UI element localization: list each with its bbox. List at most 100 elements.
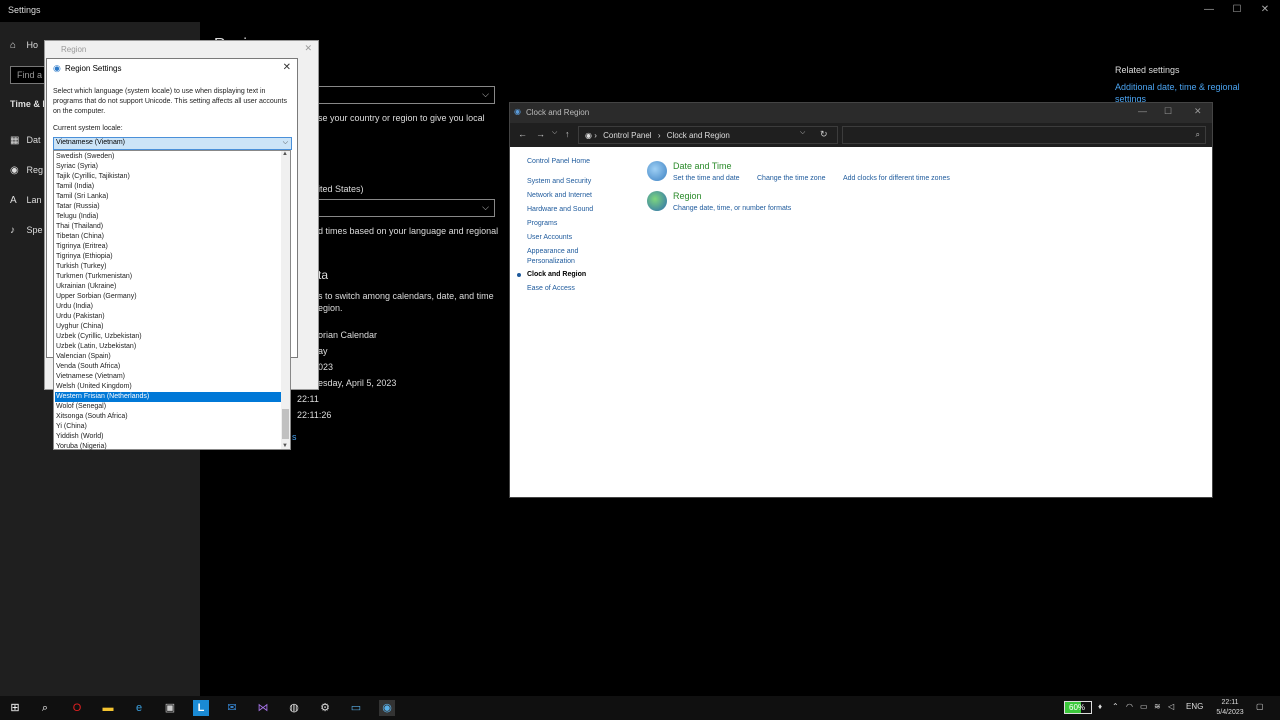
breadcrumb-control-panel[interactable]: Control Panel [603, 131, 651, 140]
locale-option[interactable]: Welsh (United Kingdom) [55, 382, 282, 392]
nav-item-speech[interactable]: ♪ Spe [10, 225, 43, 236]
cp-nav-item[interactable]: User Accounts [527, 233, 572, 242]
locale-option[interactable]: Turkish (Turkey) [55, 262, 282, 272]
forward-arrow-icon[interactable]: → [536, 129, 545, 139]
locale-dropdown-list[interactable]: Swedish (Sweden) Syriac (Syria) Tajik (Cyr… [53, 150, 291, 450]
locale-option[interactable]: Tajik (Cyrillic, Tajikistan) [55, 172, 282, 182]
breadcrumb-clock-region[interactable]: Clock and Region [667, 131, 730, 140]
opera-icon[interactable]: O [69, 700, 85, 716]
store-icon[interactable]: ▣ [162, 700, 178, 716]
cp-nav-item[interactable]: Control Panel Home [527, 157, 590, 166]
l-app-icon[interactable]: L [193, 700, 209, 716]
cp-nav-item[interactable]: Hardware and Sound [527, 205, 593, 214]
power-icon[interactable]: ♦ [1098, 702, 1102, 711]
region-heading[interactable]: Region [673, 191, 702, 201]
visual-studio-icon[interactable]: ⋈ [255, 700, 271, 716]
maximize-button[interactable]: ☐ [1222, 0, 1252, 20]
locale-option[interactable]: Uzbek (Latin, Uzbekistan) [55, 342, 282, 352]
locale-option[interactable]: Tamil (India) [55, 182, 282, 192]
locale-option[interactable]: Uzbek (Cyrillic, Uzbekistan) [55, 332, 282, 342]
cp-nav-item[interactable]: Network and Internet [527, 191, 592, 200]
locale-option[interactable]: Thai (Thailand) [55, 222, 282, 232]
scrollbar-thumb[interactable] [282, 409, 289, 439]
locale-option[interactable]: Xitsonga (South Africa) [55, 412, 282, 422]
control-panel-search-input[interactable]: ⌕ [842, 126, 1206, 144]
locale-option[interactable]: Tibetan (China) [55, 232, 282, 242]
edge-icon[interactable]: e [131, 700, 147, 716]
cp-nav-item[interactable]: Ease of Access [527, 284, 575, 293]
mail-icon[interactable]: ✉ [224, 700, 240, 716]
region-dialog-close-button[interactable]: ✕ [304, 43, 312, 54]
locale-option[interactable]: Ukrainian (Ukraine) [55, 282, 282, 292]
locale-option[interactable]: Tigrinya (Ethiopia) [55, 252, 282, 262]
country-dropdown[interactable]: ⌵ [300, 86, 495, 104]
cp-nav-item[interactable]: System and Security [527, 177, 591, 186]
locale-scrollbar[interactable]: ▲ ▼ [281, 151, 290, 449]
change-formats-link[interactable]: Change date, time, or number formats [673, 205, 791, 212]
regional-format-dropdown[interactable]: ⌵ [300, 199, 495, 217]
locale-option[interactable]: Swedish (Sweden) [55, 152, 282, 162]
close-button[interactable]: ✕ [1250, 0, 1280, 20]
cp-nav-item[interactable]: Personalization [527, 257, 575, 266]
locale-option[interactable]: Urdu (Pakistan) [55, 312, 282, 322]
region-settings-close-button[interactable]: ✕ [283, 62, 291, 73]
add-clocks-link[interactable]: Add clocks for different time zones [843, 175, 950, 182]
back-arrow-icon[interactable]: ← [518, 129, 527, 139]
set-time-date-link[interactable]: Set the time and date [673, 175, 740, 182]
app-icon[interactable]: ◍ [286, 700, 302, 716]
network-icon[interactable]: ◠ [1126, 702, 1133, 711]
locale-option[interactable]: Yi (China) [55, 422, 282, 432]
search-icon[interactable]: ⌕ [37, 700, 53, 716]
close-button[interactable]: ✕ [1194, 106, 1202, 117]
wifi-icon[interactable]: ≋ [1154, 702, 1161, 711]
control-panel-icon[interactable]: ◉ [379, 700, 395, 716]
refresh-icon[interactable]: ↻ [820, 129, 828, 140]
language-indicator[interactable]: ENG [1186, 702, 1203, 711]
notification-icon[interactable]: ▢ [1256, 702, 1264, 711]
minimize-button[interactable]: — [1138, 106, 1147, 116]
battery-indicator[interactable]: 60% [1064, 701, 1092, 714]
taskbar-clock[interactable]: 22:11 5/4/2023 [1205, 698, 1255, 718]
locale-option[interactable]: Turkmen (Turkmenistan) [55, 272, 282, 282]
locale-option[interactable]: Upper Sorbian (Germany) [55, 292, 282, 302]
locale-option[interactable]: Syriac (Syria) [55, 162, 282, 172]
up-arrow-icon[interactable]: ↑ [565, 129, 570, 139]
file-explorer-icon[interactable]: ▬ [100, 700, 116, 716]
cp-nav-item[interactable]: Programs [527, 219, 557, 228]
locale-option[interactable]: Valencian (Spain) [55, 352, 282, 362]
scroll-up-icon[interactable]: ▲ [282, 151, 288, 157]
locale-option[interactable]: Yoruba (Nigeria) [55, 442, 282, 452]
minimize-button[interactable]: — [1194, 0, 1224, 20]
nav-item-date[interactable]: ▦ Dat [10, 135, 41, 146]
start-icon[interactable]: ⊞ [7, 700, 23, 716]
locale-option[interactable]: Wolof (Senegal) [55, 402, 282, 412]
locale-option[interactable]: Vietnamese (Vietnam) [55, 372, 282, 382]
nav-home[interactable]: ⌂ Ho [10, 40, 38, 51]
additional-settings-link[interactable]: Additional date, time & regional [1115, 82, 1240, 92]
nav-item-region[interactable]: ◉ Reg [10, 165, 43, 176]
locale-option[interactable]: Tigrinya (Eritrea) [55, 242, 282, 252]
locale-option[interactable]: Telugu (India) [55, 212, 282, 222]
change-formats-link[interactable]: s [292, 432, 297, 442]
locale-option[interactable]: Urdu (India) [55, 302, 282, 312]
chevron-up-icon[interactable]: ⌃ [1112, 702, 1119, 711]
locale-option[interactable]: Venda (South Africa) [55, 362, 282, 372]
cp-nav-item[interactable]: Appearance and [527, 247, 578, 256]
scroll-down-icon[interactable]: ▼ [282, 443, 288, 449]
system-locale-select[interactable]: Vietnamese (Vietnam) ⌵ [53, 137, 292, 150]
locale-option[interactable]: Tatar (Russia) [55, 202, 282, 212]
change-time-zone-link[interactable]: Change the time zone [757, 175, 826, 182]
locale-option[interactable]: Tamil (Sri Lanka) [55, 192, 282, 202]
volume-icon[interactable]: ◁ [1168, 702, 1174, 711]
locale-option[interactable]: Uyghur (China) [55, 322, 282, 332]
date-time-heading[interactable]: Date and Time [673, 161, 732, 171]
maximize-button[interactable]: ☐ [1164, 106, 1172, 117]
nav-item-language[interactable]: A Lan [10, 195, 42, 206]
window-icon[interactable]: ▭ [348, 700, 364, 716]
chevron-down-icon[interactable]: ⌵ [800, 129, 805, 137]
settings-gear-icon[interactable]: ⚙ [317, 700, 333, 716]
battery-icon[interactable]: ▭ [1140, 702, 1148, 711]
recent-chevron-icon[interactable]: ⌵ [552, 129, 557, 137]
locale-option[interactable]: Western Frisian (Netherlands) [55, 392, 282, 402]
address-input[interactable]: ◉ › Control Panel › Clock and Region [578, 126, 838, 144]
